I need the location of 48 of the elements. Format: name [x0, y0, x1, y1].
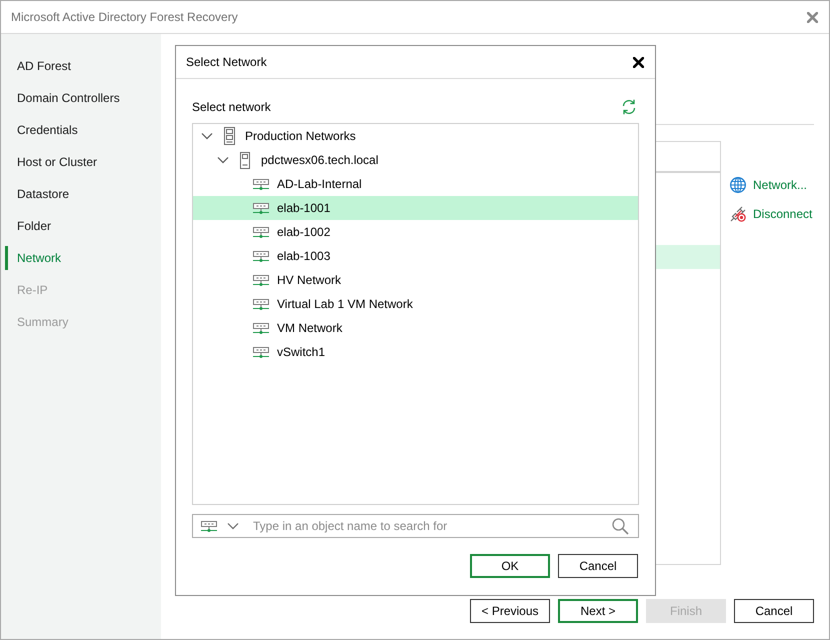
network-switch-icon — [253, 274, 269, 286]
dialog-button[interactable]: Cancel — [558, 554, 638, 578]
sidebar-item[interactable]: Host or Cluster — [5, 150, 155, 174]
wizard-button[interactable]: < Previous — [470, 599, 550, 623]
globe-icon — [730, 177, 746, 193]
server-icon — [240, 152, 250, 168]
refresh-icon[interactable] — [621, 99, 637, 115]
search-input[interactable]: Type in an object name to search for — [253, 516, 612, 536]
tree-item[interactable]: AD-Lab-Internal — [193, 172, 638, 196]
search-icon[interactable] — [612, 518, 629, 534]
unplugged-cable-icon — [730, 206, 746, 222]
network-switch-icon — [253, 202, 269, 214]
network-switch-icon — [253, 226, 269, 238]
disconnect-link[interactable]: Disconnect — [730, 206, 814, 222]
network-switch-icon — [253, 322, 269, 334]
dialog-title: Select Network — [186, 54, 267, 71]
window-title: Microsoft Active Directory Forest Recovery — [11, 9, 238, 26]
close-icon[interactable] — [633, 56, 644, 68]
sidebar-item[interactable]: Datastore — [5, 182, 155, 206]
wizard-button[interactable]: Next > — [558, 599, 638, 623]
wizard-button[interactable]: Cancel — [734, 599, 814, 623]
chevron-down-icon[interactable] — [201, 130, 213, 142]
search-field[interactable]: Type in an object name to search for — [192, 514, 639, 538]
tree-item[interactable]: elab-1003 — [193, 244, 638, 268]
select-network-label: Select network — [192, 99, 271, 116]
network-switch-icon — [201, 520, 217, 532]
tree-item[interactable]: Virtual Lab 1 VM Network — [193, 292, 638, 316]
sidebar-item[interactable]: Folder — [5, 214, 155, 238]
network-switch-icon — [253, 250, 269, 262]
network-switch-icon — [253, 178, 269, 190]
sidebar-item[interactable]: Domain Controllers — [5, 86, 155, 110]
tree-item[interactable]: VM Network — [193, 316, 638, 340]
chevron-down-icon[interactable] — [217, 154, 229, 166]
tree-item[interactable]: vSwitch1 — [193, 340, 638, 364]
network-link[interactable]: Network... — [730, 177, 814, 193]
server-icon — [224, 127, 234, 145]
network-switch-icon — [253, 298, 269, 310]
tree-item[interactable]: pdctwesx06.tech.local — [193, 148, 638, 172]
network-switch-icon — [253, 346, 269, 358]
sidebar-item[interactable]: Network — [5, 246, 155, 270]
tree-item[interactable]: Production Networks — [193, 124, 638, 148]
tree-item[interactable]: elab-1002 — [193, 220, 638, 244]
tree-item[interactable]: HV Network — [193, 268, 638, 292]
sidebar-item[interactable]: AD Forest — [5, 54, 155, 78]
tree-item[interactable]: elab-1001 — [193, 196, 638, 220]
chevron-down-icon[interactable] — [227, 522, 239, 530]
dialog-button[interactable]: OK — [470, 554, 550, 578]
sidebar-item[interactable]: Credentials — [5, 118, 155, 142]
